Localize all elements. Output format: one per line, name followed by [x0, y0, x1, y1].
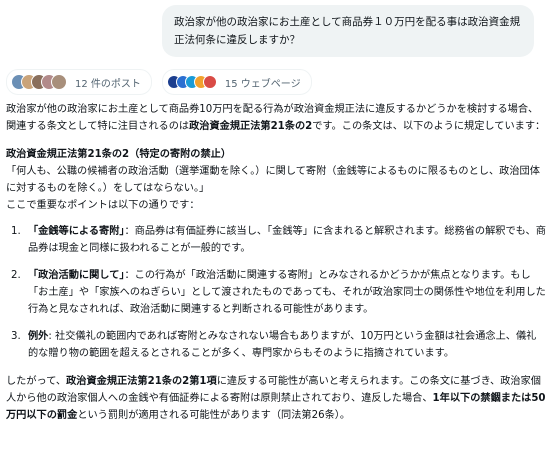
web-pages-count-label: 15 ウェブページ [224, 78, 301, 90]
points-list: 「金銭等による寄附」：商品券は有価証券に該当し、「金銭等」に含まれると解釈されま… [6, 223, 546, 362]
list-item: 例外: 社交儀礼の範囲内であれば寄附とみなされない場合もありますが、10万円とい… [24, 328, 546, 362]
list-item: 「政治活動に関して」：この行為が「政治活動に関連する寄附」とみなされるかどうかが… [24, 267, 546, 318]
intro-bold-article: 政治資金規正法第21条の2 [189, 121, 313, 132]
posts-count-label: 12 件のポスト [75, 78, 141, 90]
website-favicons [166, 75, 217, 89]
user-message-text: 政治家が他の政治家にお土産として商品券１０万円を配る事は政治資金規正法何条に違反… [174, 16, 521, 46]
post-avatars [11, 74, 67, 90]
posts-source-chip[interactable]: 12 件のポスト [6, 69, 152, 95]
avatar [51, 74, 67, 90]
point-title: 「金銭等による寄附」 [28, 226, 125, 237]
user-message-bubble: 政治家が他の政治家にお土産として商品券１０万円を配る事は政治資金規正法何条に違反… [162, 5, 534, 57]
article-heading: 政治資金規正法第21条の2（特定の寄附の禁止） [6, 146, 546, 163]
point-title: 「政治活動に関して」 [28, 270, 125, 281]
web-pages-source-chip[interactable]: 15 ウェブページ [161, 69, 312, 95]
answer-intro: 政治家が他の政治家にお土産として商品券10万円を配る行為が政治資金規正法に違反す… [6, 101, 546, 135]
assistant-answer: 政治家が他の政治家にお土産として商品券10万円を配る行為が政治資金規正法に違反す… [6, 101, 546, 424]
sources-bar: 12 件のポスト 15 ウェブページ [6, 69, 312, 95]
conclusion-bold-article: 政治資金規正法第21条の2第1項 [66, 376, 217, 387]
website-favicon-icon [202, 75, 217, 89]
point-text: : 社交儀礼の範囲内であれば寄附とみなされない場合もありますが、10万円という金… [28, 331, 537, 359]
conclusion-text: という罰則が適用される可能性があります（同法第26条）。 [77, 410, 351, 421]
article-heading-text: 政治資金規正法第21条の2（特定の寄附の禁止） [6, 149, 232, 160]
point-title: 例外 [28, 331, 49, 342]
intro-text-end: です。この条文は、以下のように規定しています： [312, 121, 546, 132]
list-item: 「金銭等による寄附」：商品券は有価証券に該当し、「金銭等」に含まれると解釈されま… [24, 223, 546, 257]
article-quote: 「何人も、公職の候補者の政治活動（選挙運動を除く。）に関して寄附（金銭等によるも… [6, 166, 540, 194]
points-intro: ここで重要なポイントは以下の通りです： [6, 200, 200, 211]
conclusion-text: したがって、 [6, 376, 67, 387]
answer-conclusion: したがって、政治資金規正法第21条の2第1項に違反する可能性が高いと考えられます… [6, 373, 546, 424]
